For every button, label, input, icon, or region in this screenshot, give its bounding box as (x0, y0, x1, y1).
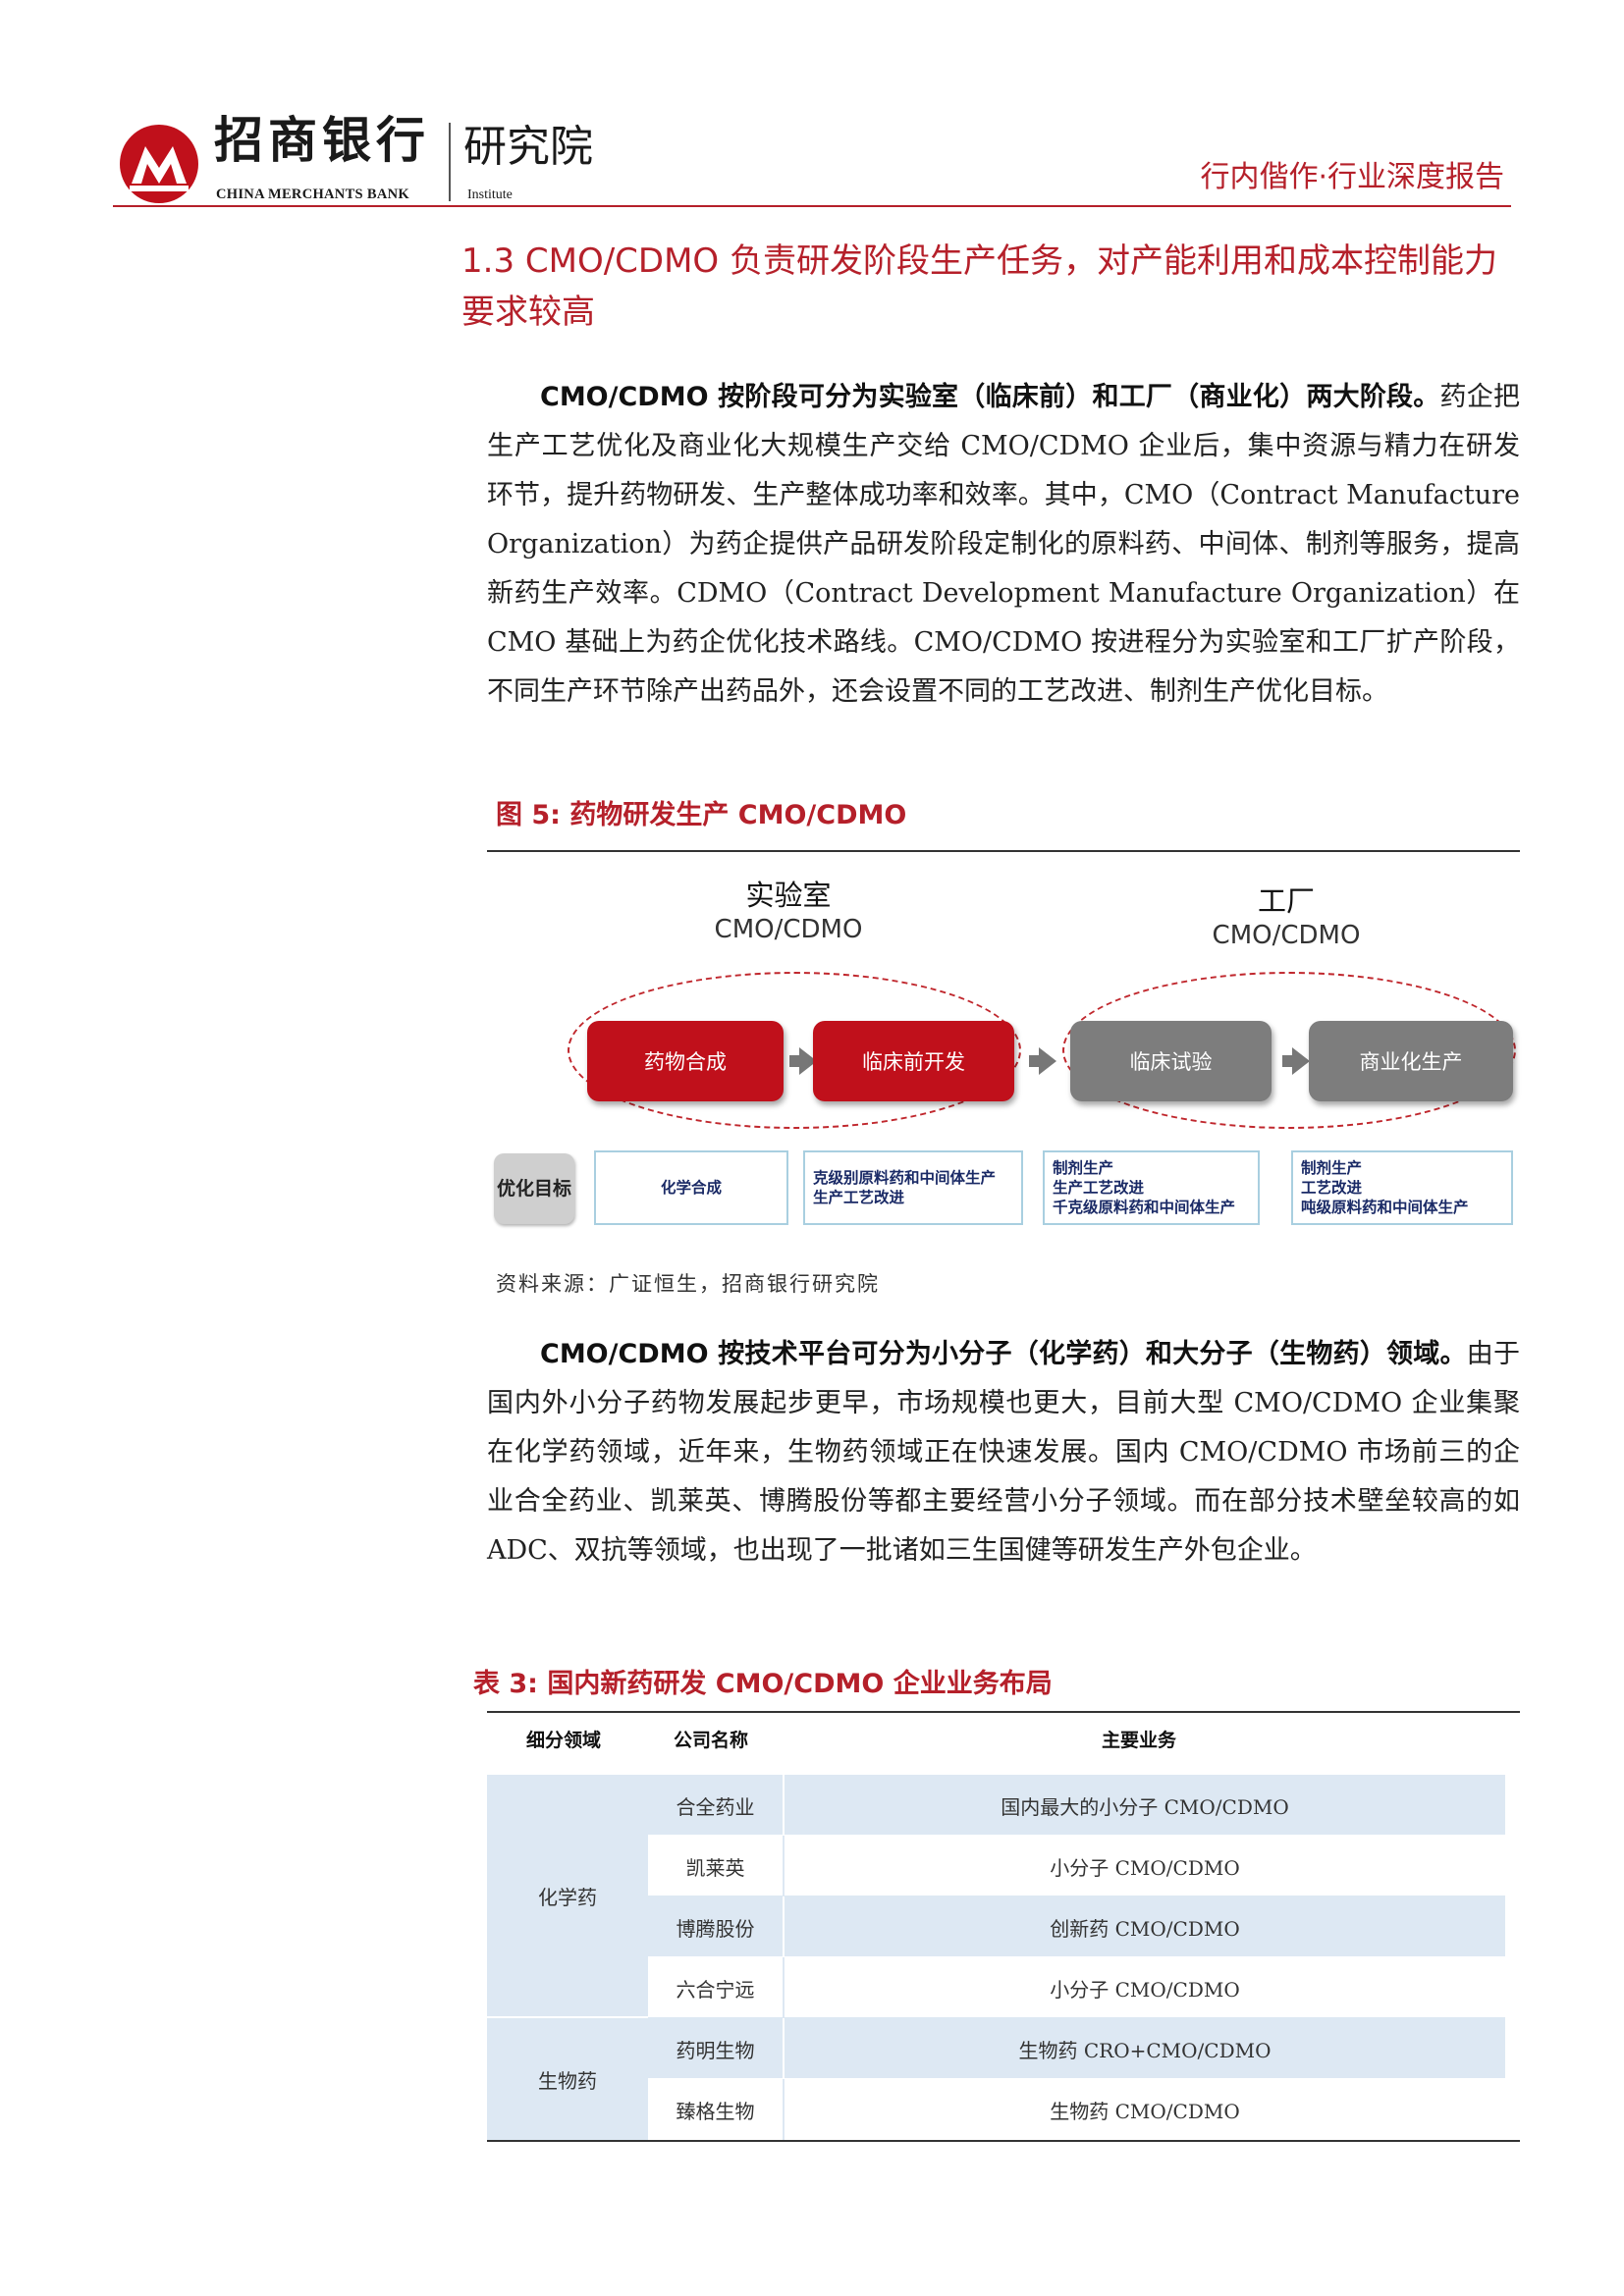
institute-name-cn: 研究院 (463, 122, 593, 172)
table-category-cell: 化学药 (487, 1775, 648, 2018)
figure-rule (487, 850, 1520, 852)
paragraph-lead: CMO/CDMO 按技术平台可分为小分子（化学药）和大分子（生物药）领域。 (540, 1339, 1467, 1369)
table-category-cell: 生物药 (487, 2018, 648, 2140)
optimization-line: 制剂生产 (1301, 1159, 1363, 1177)
step-preclinical: 临床前开发 (813, 1021, 1014, 1101)
optimization-label: 优化目标 (494, 1153, 574, 1224)
table-header-category: 细分领域 (526, 1730, 602, 1751)
optimization-target: 克级别原料药和中间体生产 生产工艺改进 (803, 1150, 1023, 1225)
table-row: 六合宁远 小分子 CMO/CDMO (648, 1957, 1505, 2019)
report-type: 行内偕作·行业深度报告 (1200, 160, 1504, 194)
paragraph-body: 药企把生产工艺优化及商业化大规模生产交给 CMO/CDMO 企业后，集中资源与精… (487, 382, 1521, 707)
phase-lab-cn: 实验室 (745, 879, 832, 912)
table-header-company: 公司名称 (674, 1730, 749, 1751)
table-header-business: 主要业务 (1102, 1730, 1177, 1751)
paragraph-platforms: CMO/CDMO 按技术平台可分为小分子（化学药）和大分子（生物药）领域。由于国… (487, 1330, 1520, 1575)
phase-factory-en: CMO/CDMO (1212, 921, 1361, 950)
optimization-line: 克级别原料药和中间体生产 (813, 1169, 997, 1187)
phase-factory-title: 工厂 CMO/CDMO (1183, 883, 1389, 952)
table-top-rule (487, 1711, 1520, 1713)
optimization-line: 工艺改进 (1301, 1179, 1363, 1197)
step-commercial-production: 商业化生产 (1309, 1021, 1513, 1101)
cmb-logo-icon (120, 125, 198, 203)
table-caption: 表 3: 国内新药研发 CMO/CDMO 企业业务布局 (473, 1669, 1053, 1699)
optimization-target: 制剂生产 生产工艺改进 千克级原料药和中间体生产 (1043, 1150, 1260, 1225)
paragraph-body: 由于国内外小分子药物发展起步更早，市场规模也更大，目前大型 CMO/CDMO 企… (487, 1339, 1521, 1566)
optimization-line: 化学合成 (660, 1179, 722, 1197)
brand-name-en: CHINA MERCHANTS BANK (216, 187, 409, 202)
arrow-right-icon (1029, 1047, 1056, 1075)
table-cell-business: 小分子 CMO/CDMO (1050, 1977, 1240, 2002)
header-divider (449, 123, 451, 201)
paragraph-stages: CMO/CDMO 按阶段可分为实验室（临床前）和工厂（商业化）两大阶段。药企把生… (487, 373, 1520, 717)
phase-factory-cn: 工厂 (1257, 884, 1315, 918)
table-cell-company: 臻格生物 (676, 2099, 755, 2123)
table-row: 臻格生物 生物药 CMO/CDMO (648, 2079, 1505, 2140)
table-row: 合全药业 国内最大的小分子 CMO/CDMO (648, 1775, 1505, 1837)
optimization-target: 制剂生产 工艺改进 吨级原料药和中间体生产 (1291, 1150, 1513, 1225)
table-cell-company: 合全药业 (676, 1794, 755, 1819)
table-cell-business: 小分子 CMO/CDMO (1050, 1855, 1240, 1880)
table-row: 药明生物 生物药 CRO+CMO/CDMO (648, 2018, 1505, 2080)
step-clinical-trial: 临床试验 (1070, 1021, 1272, 1101)
phase-lab-title: 实验室 CMO/CDMO (685, 878, 892, 946)
table-cell-business: 国内最大的小分子 CMO/CDMO (1001, 1794, 1289, 1819)
table-cell-business: 创新药 CMO/CDMO (1050, 1916, 1240, 1941)
table-cell-business: 生物药 CMO/CDMO (1050, 2099, 1240, 2123)
figure-source: 资料来源：广证恒生，招商银行研究院 (496, 1272, 880, 1296)
header-rule (113, 205, 1511, 207)
table-row: 博腾股份 创新药 CMO/CDMO (648, 1896, 1505, 1958)
table-row: 凯莱英 小分子 CMO/CDMO (648, 1836, 1505, 1897)
table-bottom-rule (487, 2140, 1520, 2142)
table-cell-company: 六合宁远 (676, 1977, 755, 2002)
arrow-right-icon (1282, 1047, 1310, 1075)
table-cell-company: 药明生物 (676, 2038, 755, 2062)
optimization-line: 千克级原料药和中间体生产 (1053, 1199, 1236, 1216)
step-drug-synthesis: 药物合成 (587, 1021, 784, 1101)
optimization-line: 吨级原料药和中间体生产 (1301, 1199, 1469, 1216)
optimization-target: 化学合成 (594, 1150, 788, 1225)
figure-caption: 图 5: 药物研发生产 CMO/CDMO (496, 800, 907, 830)
optimization-line: 生产工艺改进 (813, 1189, 905, 1206)
table-cell-company: 博腾股份 (676, 1916, 755, 1941)
optimization-line: 生产工艺改进 (1053, 1179, 1145, 1197)
section-title: 1.3 CMO/CDMO 负责研发阶段生产任务，对产能利用和成本控制能力要求较高 (461, 241, 1497, 332)
brand-name-cn: 招商银行 (214, 112, 430, 169)
table-cell-business: 生物药 CRO+CMO/CDMO (1018, 2038, 1272, 2062)
table-cell-company: 凯莱英 (685, 1855, 745, 1880)
institute-name-en: Institute (467, 187, 513, 202)
paragraph-lead: CMO/CDMO 按阶段可分为实验室（临床前）和工厂（商业化）两大阶段。 (540, 382, 1440, 412)
phase-lab-en: CMO/CDMO (714, 915, 863, 944)
optimization-line: 制剂生产 (1053, 1159, 1114, 1177)
